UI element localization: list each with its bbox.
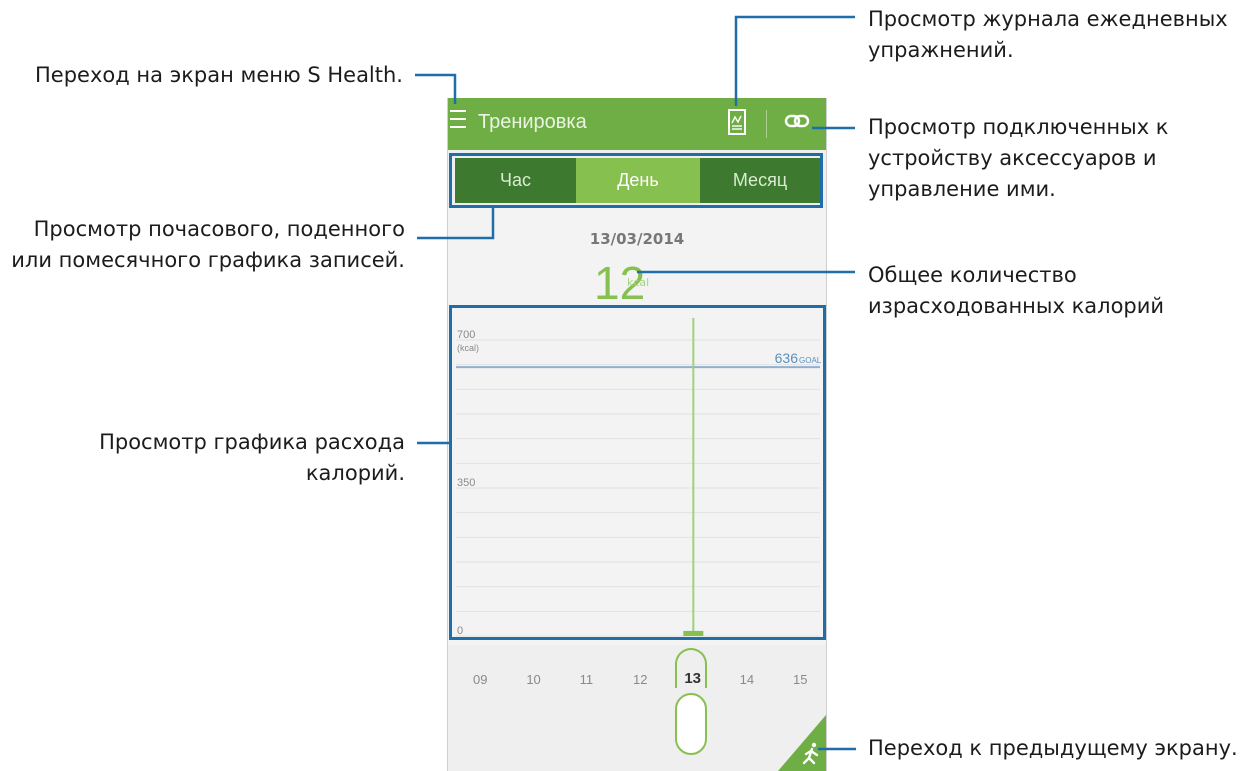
total-calories-unit: kcal	[627, 276, 650, 289]
x-tick-label[interactable]: 09	[473, 672, 487, 687]
callout-graph: Просмотр графика расхода калорий.	[99, 430, 405, 485]
tabs-highlight	[449, 153, 823, 208]
x-tick-label[interactable]: 11	[580, 672, 594, 687]
x-tick-label[interactable]: 12	[633, 672, 647, 687]
callout-accessories: Просмотр подключенных к устройству аксес…	[868, 115, 1169, 201]
callout-log: Просмотр журнала ежедневных упражнений.	[868, 7, 1228, 62]
x-axis: 09 10 11 12 13 14 15	[448, 648, 826, 768]
back-button[interactable]	[778, 715, 826, 771]
page-title: Тренировка	[478, 111, 587, 133]
x-tick-label[interactable]: 10	[526, 672, 540, 687]
x-tick-label[interactable]: 14	[740, 672, 754, 687]
date-label: 13/03/2014	[589, 230, 685, 248]
callout-period: Просмотр почасового, поденного или помес…	[11, 217, 405, 272]
link-icon[interactable]	[784, 112, 810, 134]
selected-day-handle[interactable]	[675, 693, 707, 755]
menu-icon[interactable]	[450, 110, 466, 134]
callout-back: Переход к предыдущему экрану.	[868, 736, 1238, 760]
app-bar: Тренировка	[448, 98, 826, 150]
exercise-log-icon[interactable]	[728, 109, 746, 135]
x-tick-label[interactable]: 13	[684, 670, 701, 687]
chart-highlight	[449, 305, 826, 640]
x-tick-label[interactable]: 15	[793, 672, 807, 687]
callout-calories: Общее количество израсходованных калорий	[868, 263, 1165, 318]
callout-menu: Переход на экран меню S Health.	[34, 63, 403, 87]
toolbar-divider	[766, 110, 767, 138]
